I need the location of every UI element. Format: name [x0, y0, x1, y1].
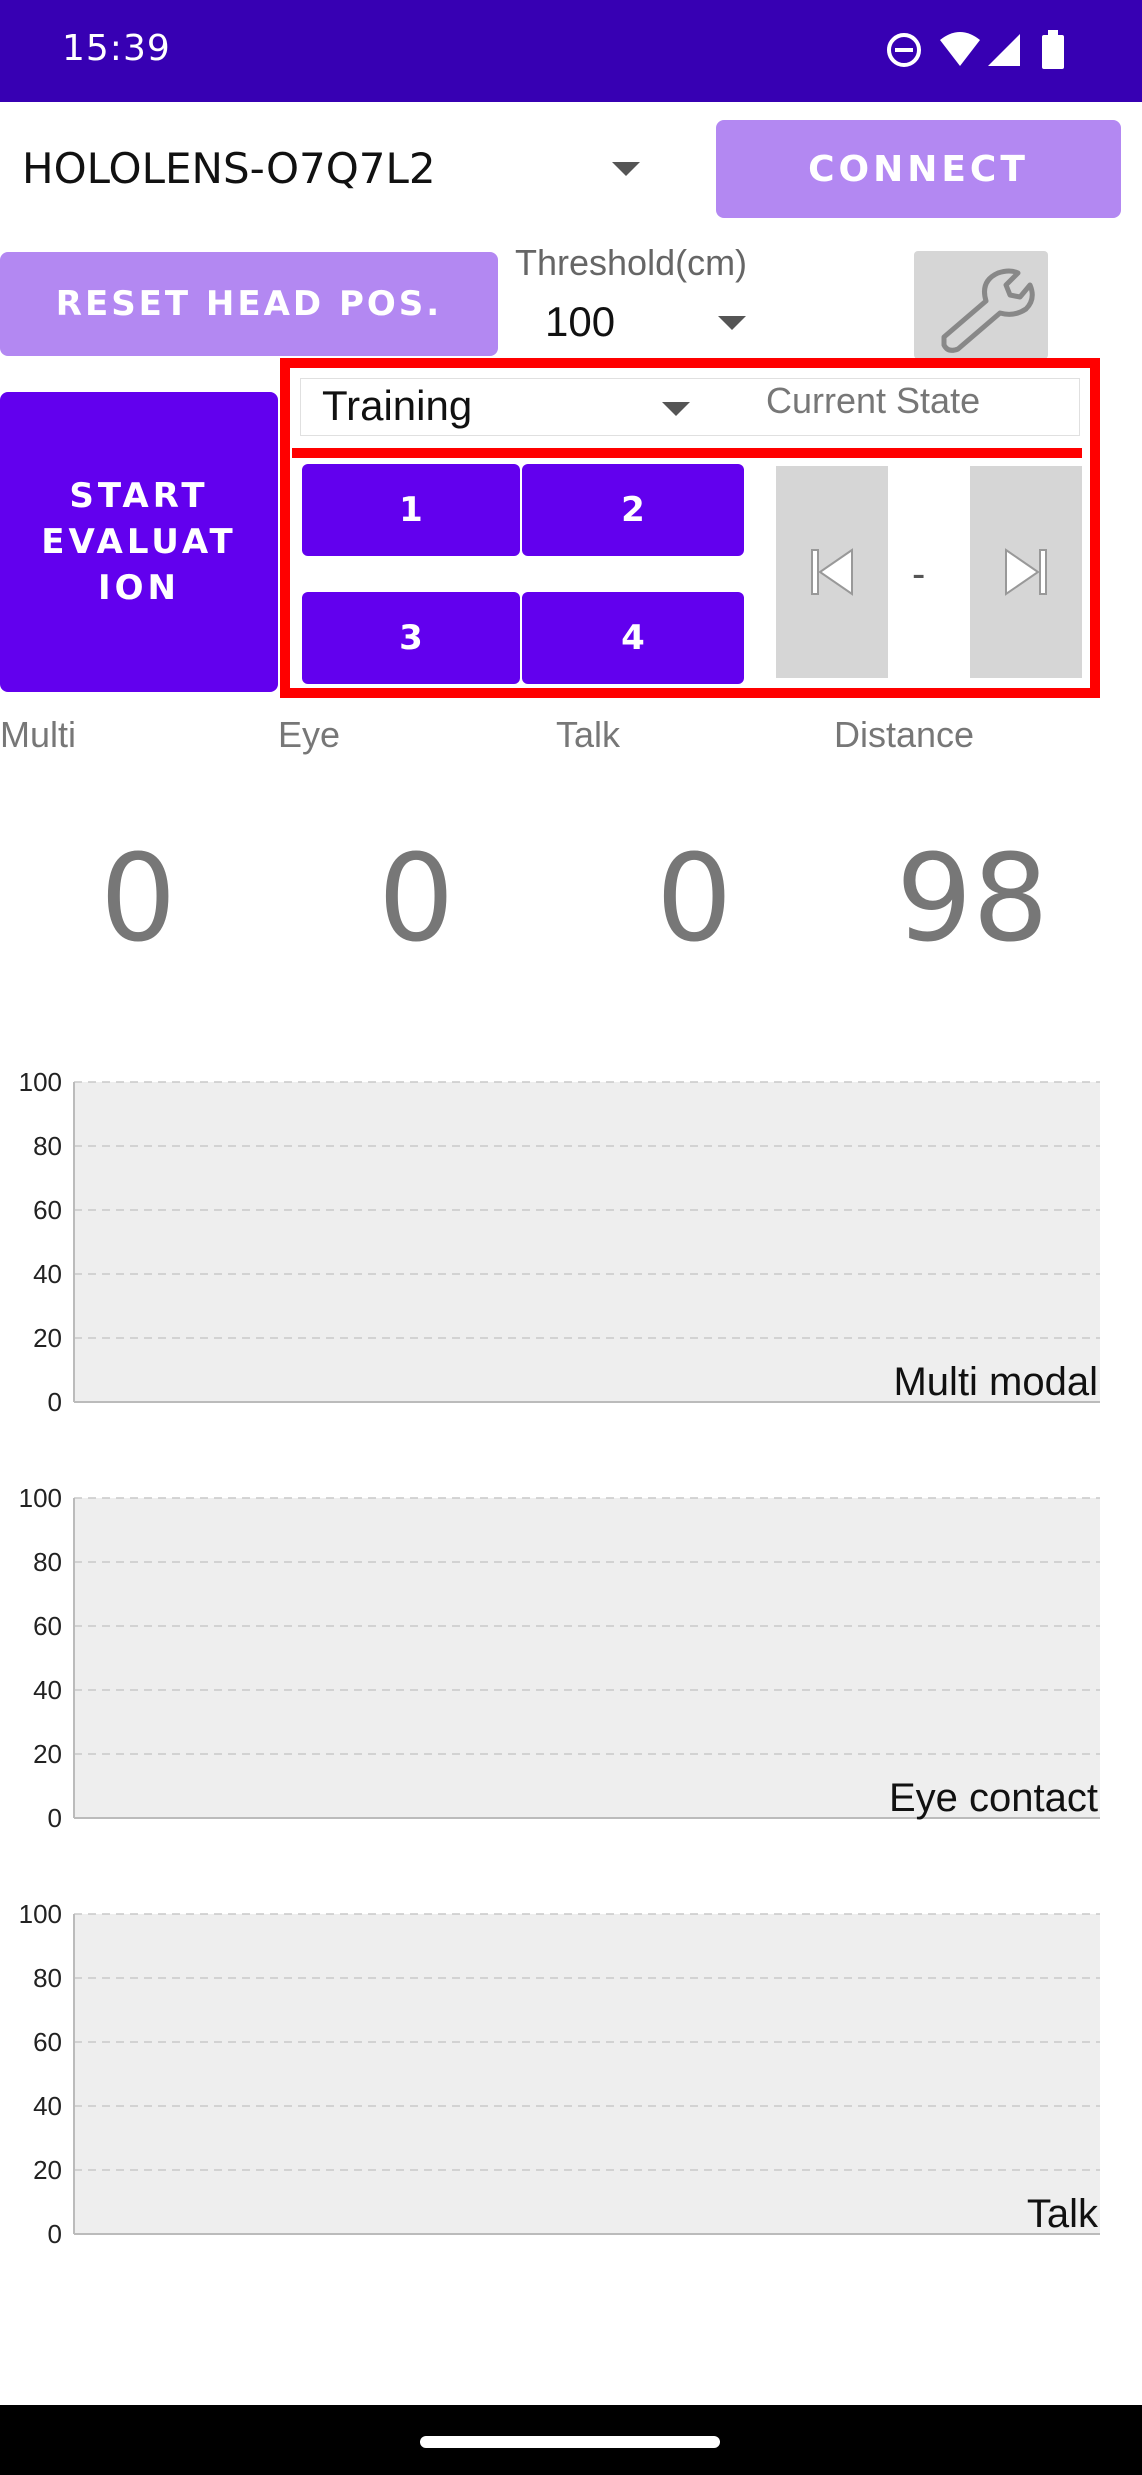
signal-icon	[988, 34, 1020, 66]
mode-dropdown-caret-icon[interactable]	[662, 402, 690, 416]
chart-title: Talk	[1026, 2192, 1098, 2236]
y-tick-label: 100	[19, 1067, 62, 1097]
current-state-label: Current State	[766, 380, 981, 421]
y-tick-label: 0	[48, 1387, 62, 1417]
session-button-3[interactable]: 3	[302, 592, 520, 684]
next-state-button[interactable]	[970, 466, 1082, 678]
metric-value-multi: 0	[100, 830, 177, 969]
y-tick-label: 80	[33, 1131, 62, 1161]
battery-icon	[1042, 30, 1064, 69]
previous-state-button[interactable]	[776, 466, 888, 678]
session-button-4[interactable]: 4	[522, 592, 744, 684]
y-tick-label: 60	[33, 1611, 62, 1641]
y-tick-label: 60	[33, 2027, 62, 2057]
session-button-2[interactable]: 2	[522, 464, 744, 556]
eye-contact-chart: 0 20 40 60 80 100 Eye contact	[0, 1476, 1142, 1856]
plot-area	[74, 1498, 1100, 1818]
y-tick-label: 80	[33, 1963, 62, 1993]
device-dropdown-caret-icon[interactable]	[612, 162, 640, 176]
start-evaluation-button[interactable]: START EVALUAT ION	[0, 392, 278, 692]
home-gesture-handle[interactable]	[420, 2436, 720, 2448]
session-button-1[interactable]: 1	[302, 464, 520, 556]
metric-label-distance: Distance	[834, 714, 975, 755]
y-tick-label: 0	[48, 2219, 62, 2249]
threshold-label: Threshold(cm)	[515, 242, 748, 283]
metric-value-eye: 0	[378, 830, 455, 969]
y-tick-label: 40	[33, 1675, 62, 1705]
state-value: -	[912, 552, 926, 596]
y-tick-label: 80	[33, 1547, 62, 1577]
wifi-icon	[940, 32, 980, 66]
skip-previous-icon	[811, 548, 853, 596]
metric-label-talk: Talk	[556, 714, 621, 755]
y-tick-label: 60	[33, 1195, 62, 1225]
metric-value-distance: 98	[896, 830, 1049, 969]
threshold-spinner[interactable]: 100	[545, 298, 615, 346]
y-tick-label: 100	[19, 1899, 62, 1929]
plot-area	[74, 1914, 1100, 2234]
multi-modal-chart: 0 20 40 60 80 100 Multi modal	[0, 1060, 1142, 1440]
y-tick-label: 40	[33, 1259, 62, 1289]
mode-spinner[interactable]: Training	[322, 382, 472, 430]
do-not-disturb-icon	[887, 33, 921, 67]
wrench-icon	[941, 268, 1035, 353]
talk-chart-svg: 0 20 40 60 80 100	[19, 1899, 1100, 2249]
y-tick-label: 0	[48, 1803, 62, 1833]
chart-title: Eye contact	[888, 1776, 1098, 1820]
threshold-dropdown-caret-icon[interactable]	[718, 316, 746, 330]
talk-chart: 0 20 40 60 80 100 Talk	[0, 1892, 1142, 2272]
y-tick-label: 40	[33, 2091, 62, 2121]
y-tick-label: 20	[33, 2155, 62, 2185]
status-bar: 15:39	[0, 0, 1142, 102]
device-spinner[interactable]: HOLOLENS-O7Q7L2	[22, 144, 436, 193]
status-time: 15:39	[62, 28, 171, 69]
metric-label-eye: Eye	[278, 714, 341, 755]
metric-value-talk: 0	[656, 830, 733, 969]
chart-title: Multi modal	[893, 1360, 1098, 1404]
skip-next-icon	[1005, 548, 1047, 596]
highlight-divider	[292, 448, 1082, 458]
settings-button[interactable]	[914, 251, 1048, 359]
connect-button[interactable]: CONNECT	[716, 120, 1121, 218]
reset-head-pos-button[interactable]: RESET HEAD POS.	[0, 252, 498, 356]
y-tick-label: 100	[19, 1483, 62, 1513]
y-tick-label: 20	[33, 1739, 62, 1769]
metric-label-multi: Multi	[0, 714, 77, 755]
y-tick-label: 20	[33, 1323, 62, 1353]
plot-area	[74, 1082, 1100, 1402]
